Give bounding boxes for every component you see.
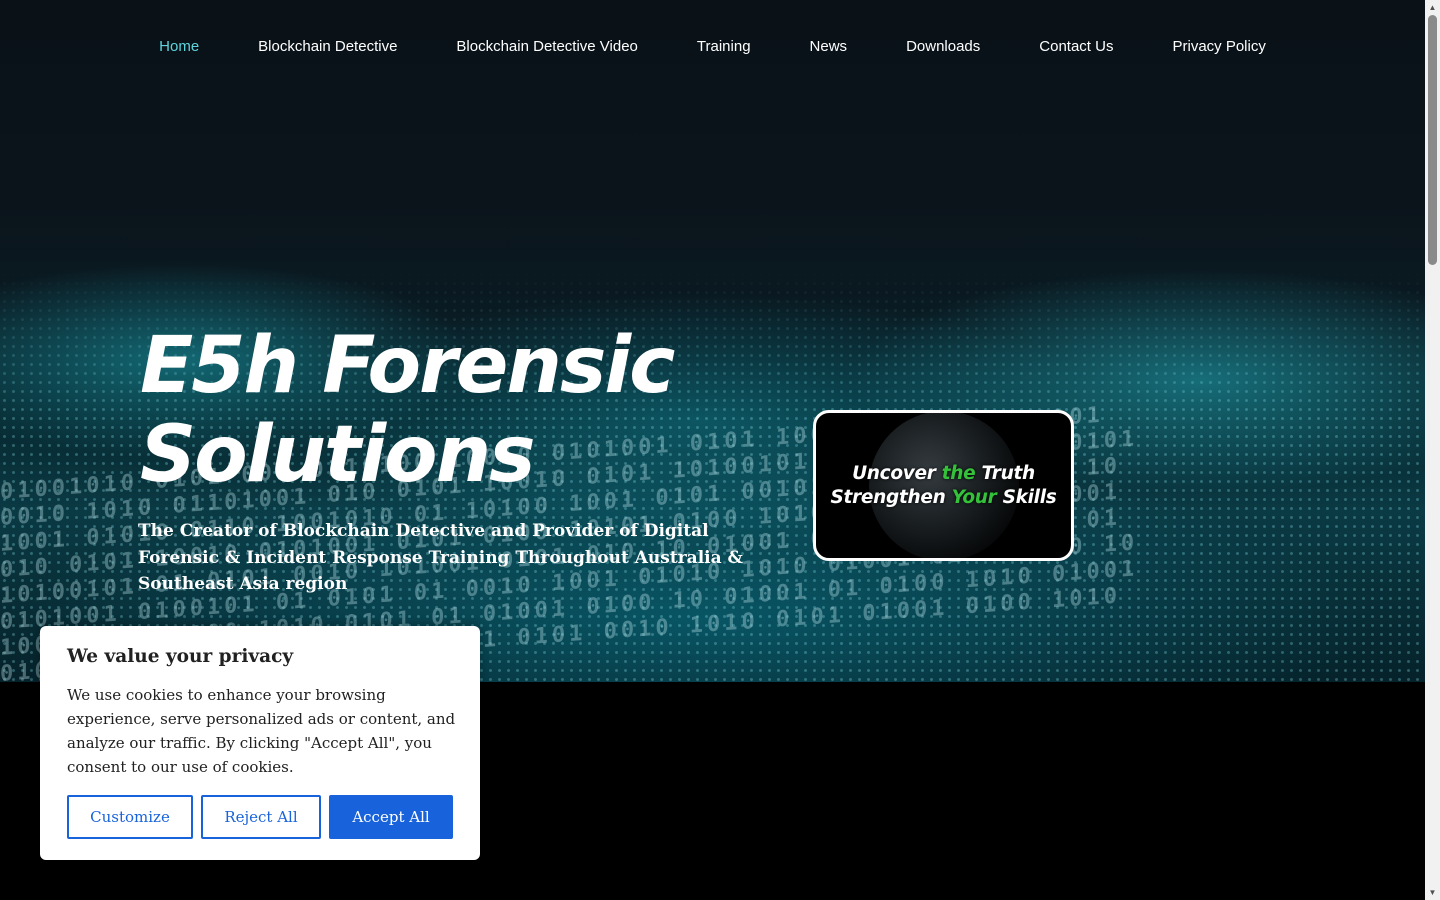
promo-line1-start: Uncover: [852, 462, 942, 484]
nav-item-privacy-policy[interactable]: Privacy Policy: [1143, 37, 1295, 57]
promo-line2-accent: Your: [951, 486, 997, 508]
cookie-consent-banner: We value your privacy We use cookies to …: [40, 626, 480, 860]
promo-line1: Uncover the Truth: [852, 462, 1035, 486]
accept-all-button[interactable]: Accept All: [329, 795, 453, 839]
nav-item-home[interactable]: Home: [130, 37, 229, 57]
vertical-scrollbar[interactable]: ▲ ▼: [1425, 0, 1440, 900]
cookie-button-group: Customize Reject All Accept All: [67, 795, 453, 839]
promo-line1-end: Truth: [975, 462, 1036, 484]
promo-banner[interactable]: Uncover the Truth Strengthen Your Skills: [813, 410, 1074, 561]
cookie-description: We use cookies to enhance your browsing …: [67, 686, 456, 776]
nav-item-training[interactable]: Training: [667, 37, 780, 57]
scrollbar-thumb[interactable]: [1428, 15, 1437, 265]
promo-line1-accent: the: [941, 462, 976, 484]
hero-title: E5h Forensic Solutions: [140, 322, 780, 500]
main-navigation: Home Blockchain Detective Blockchain Det…: [0, 0, 1425, 94]
hero-title-line2: Solutions: [140, 410, 536, 500]
customize-button[interactable]: Customize: [67, 795, 193, 839]
scroll-down-arrow-icon[interactable]: ▼: [1425, 885, 1440, 900]
scroll-up-arrow-icon[interactable]: ▲: [1425, 0, 1440, 15]
nav-item-downloads[interactable]: Downloads: [877, 37, 1010, 57]
nav-item-blockchain-detective-video[interactable]: Blockchain Detective Video: [427, 37, 668, 57]
hero-subtitle: The Creator of Blockchain Detective and …: [138, 521, 743, 594]
promo-line2-end: Skills: [996, 486, 1057, 508]
promo-line2: Strengthen Your Skills: [831, 486, 1057, 510]
nav-item-contact-us[interactable]: Contact Us: [1010, 37, 1143, 57]
promo-line2-start: Strengthen: [830, 486, 952, 508]
cookie-title: We value your privacy: [67, 646, 294, 667]
nav-item-blockchain-detective[interactable]: Blockchain Detective: [229, 37, 427, 57]
hero-title-line1: E5h Forensic: [140, 321, 675, 411]
nav-item-news[interactable]: News: [780, 37, 877, 57]
reject-all-button[interactable]: Reject All: [201, 795, 321, 839]
